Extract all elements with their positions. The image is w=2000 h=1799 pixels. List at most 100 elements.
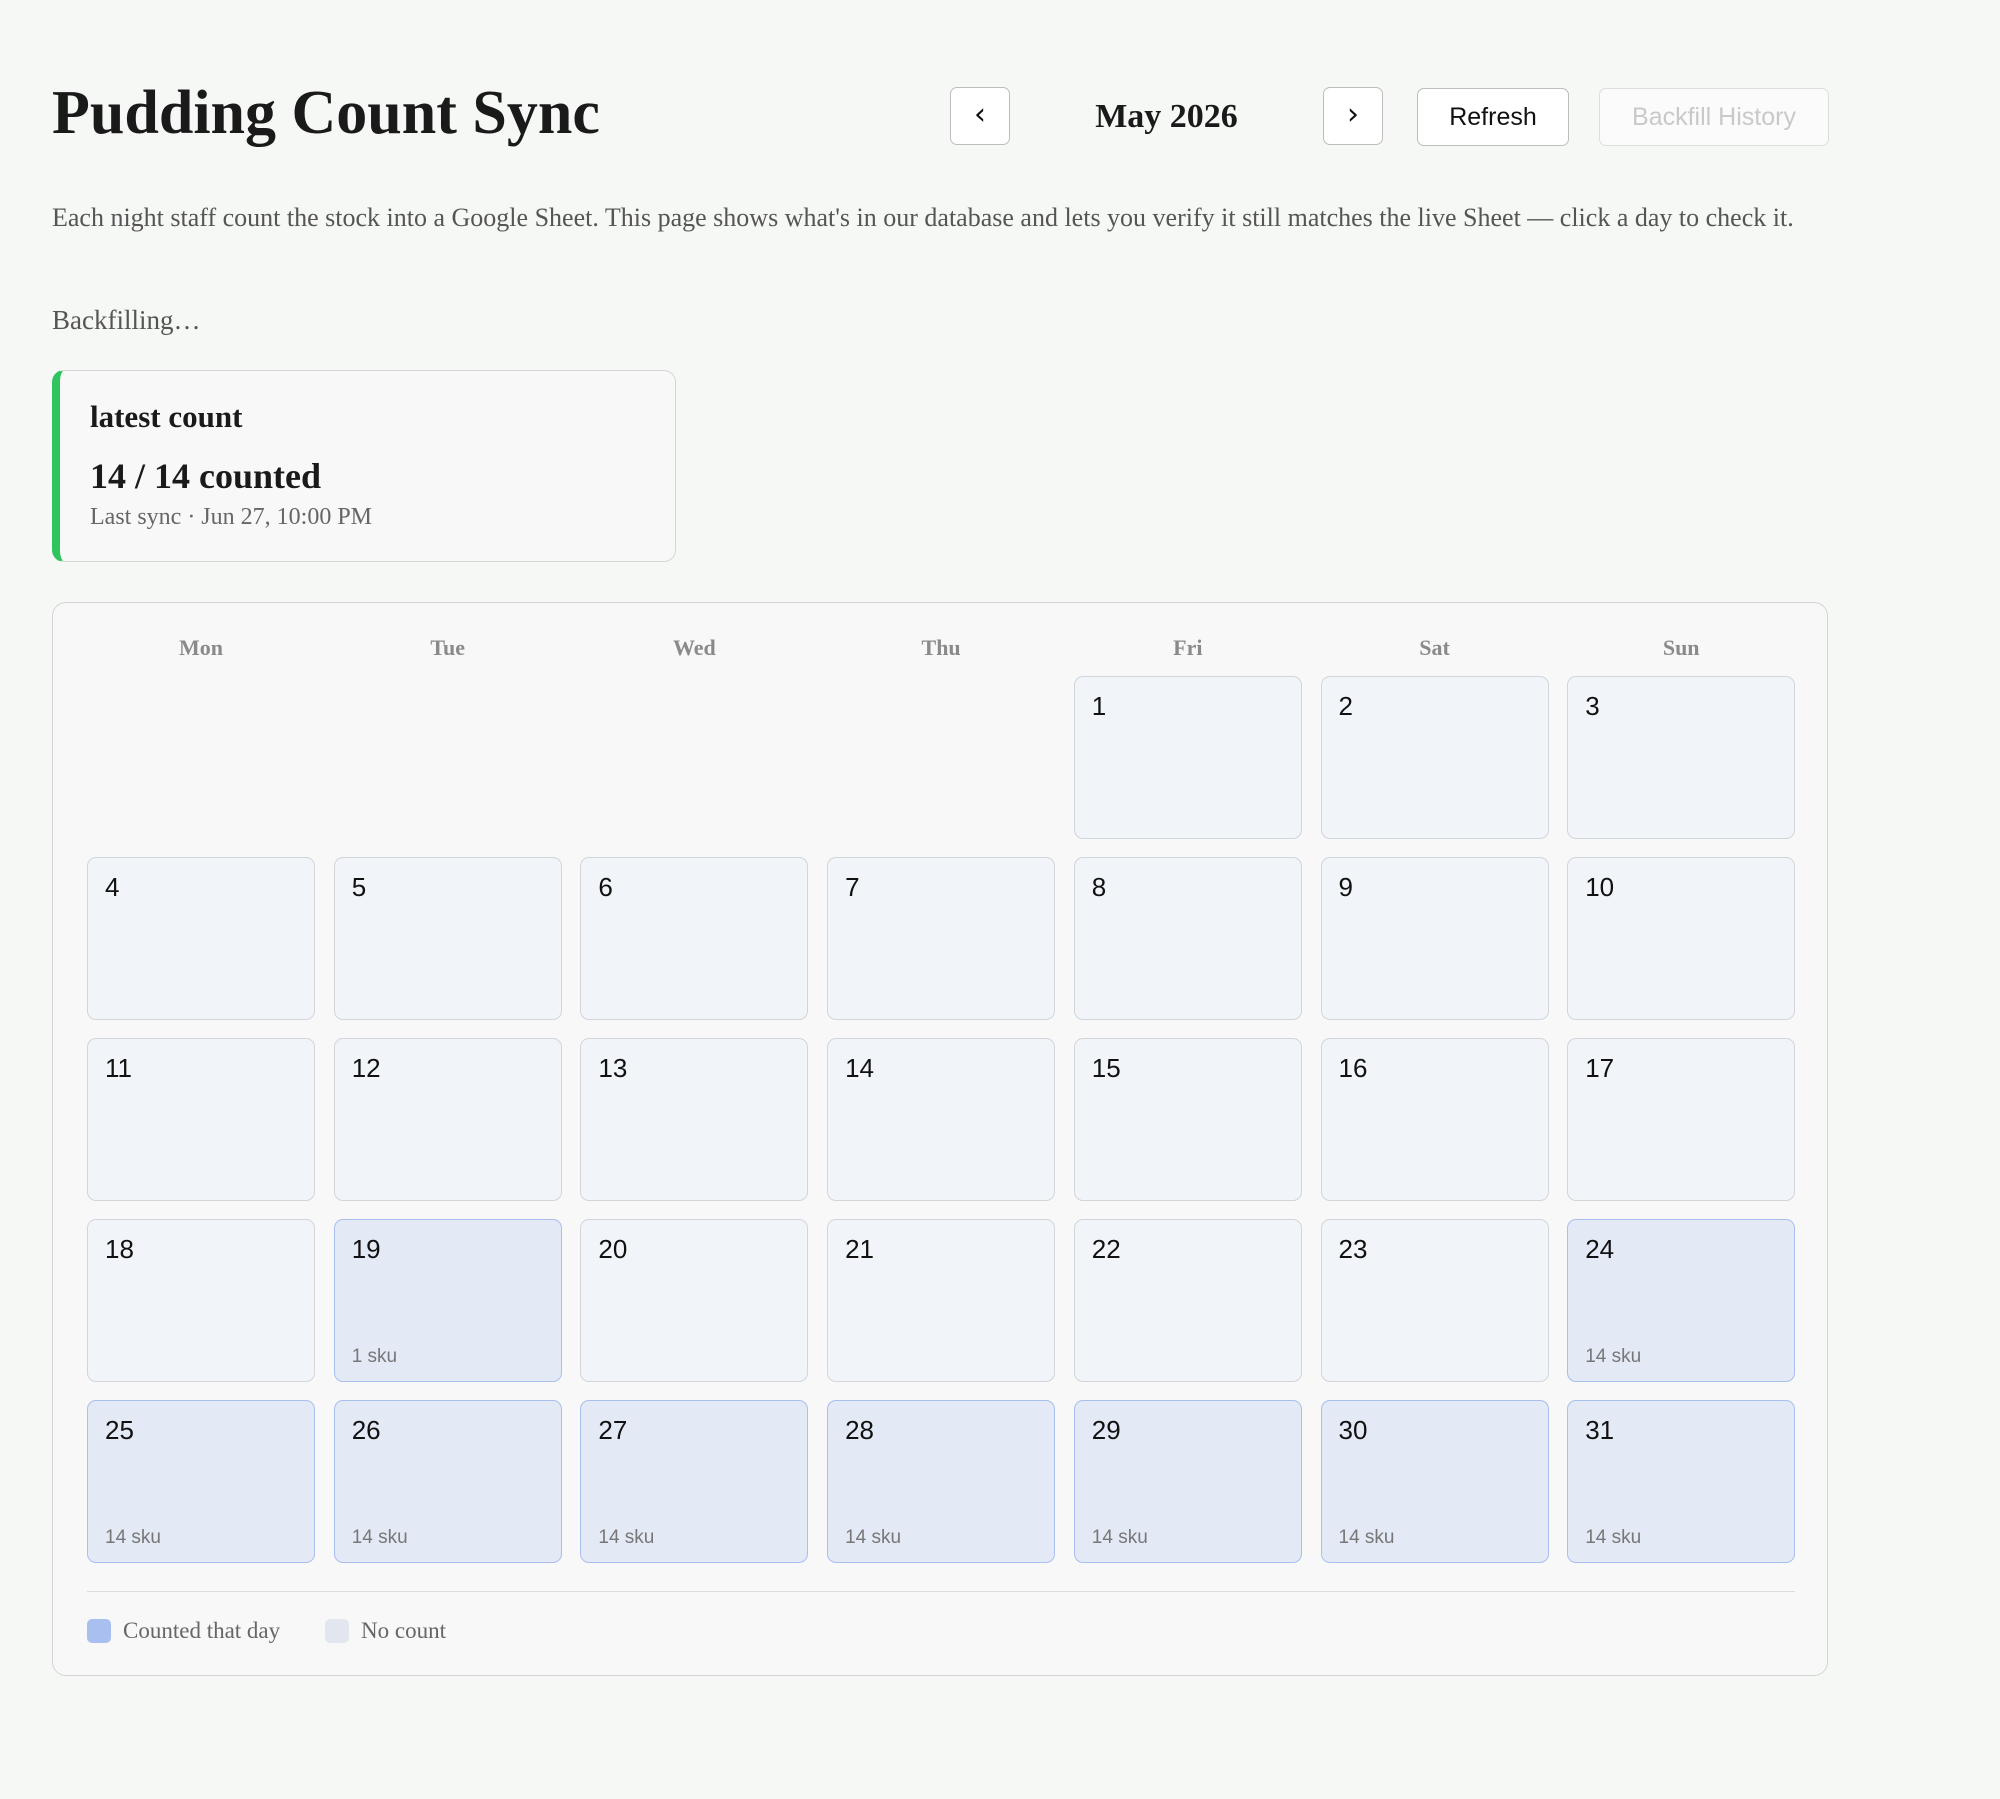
weekday-wed: Wed (672, 635, 716, 660)
latest-count-label: latest count (90, 399, 243, 434)
day-number: 14 (845, 1053, 875, 1083)
day-number: 3 (1585, 691, 1600, 721)
calendar-day-10[interactable]: 10 (1567, 857, 1796, 1020)
calendar-grid: 1 2 3 4 5 6 7 8 9 10 11 12 13 14 15 16 17 18 19 1 sku 20 21 22… (87, 676, 1796, 1563)
sku-count: 14 sku (1091, 1527, 1148, 1548)
calendar-day-22[interactable]: 22 (1073, 1219, 1302, 1382)
calendar-day-9[interactable]: 9 (1320, 857, 1549, 1020)
calendar: Mon Tue Wed Thu Fri Sat Sun 1 2 3 4 5 6 7 8 9 10 11 12 13 1… (52, 602, 1828, 1676)
day-number: 18 (105, 1234, 134, 1264)
day-number: 16 (1338, 1053, 1368, 1083)
sku-count: 14 sku (598, 1527, 655, 1548)
calendar-day-7[interactable]: 7 (827, 857, 1056, 1020)
calendar-day-27[interactable]: 27 14 sku (580, 1400, 809, 1563)
refresh-button[interactable]: Refresh (1417, 88, 1569, 146)
day-number: 23 (1338, 1234, 1368, 1264)
day-number: 27 (598, 1415, 628, 1445)
header: Pudding Count Sync ‹ May 2026 › Refresh … (52, 78, 1829, 158)
prev-month-button[interactable]: ‹ (950, 87, 1010, 145)
calendar-day-16[interactable]: 16 (1320, 1038, 1549, 1201)
weekday-mon: Mon (179, 635, 223, 660)
sku-count: 14 sku (351, 1527, 408, 1548)
day-number: 21 (845, 1234, 875, 1264)
calendar-day-1[interactable]: 1 (1073, 676, 1302, 839)
sku-count: 14 sku (845, 1527, 902, 1548)
day-number: 10 (1585, 872, 1615, 902)
calendar-day-12[interactable]: 12 (333, 1038, 562, 1201)
sku-count: 14 sku (1585, 1346, 1642, 1367)
calendar-day-13[interactable]: 13 (580, 1038, 809, 1201)
month-label: May 2026 (1095, 98, 1238, 135)
calendar-day-18[interactable]: 18 (87, 1219, 315, 1382)
calendar-day-3[interactable]: 3 (1567, 676, 1796, 839)
day-number: 8 (1091, 872, 1107, 902)
calendar-day-28[interactable]: 28 14 sku (827, 1400, 1056, 1563)
calendar-day-21[interactable]: 21 (827, 1219, 1056, 1382)
calendar-day-15[interactable]: 15 (1073, 1038, 1302, 1201)
backfill-history-button[interactable]: Backfill History (1599, 88, 1829, 146)
page-title: Pudding Count Sync (52, 79, 600, 147)
calendar-day-17[interactable]: 17 (1567, 1038, 1796, 1201)
calendar-day-23[interactable]: 23 (1320, 1219, 1549, 1382)
day-number: 26 (351, 1415, 381, 1445)
weekday-sun: Sun (1662, 635, 1700, 660)
day-number: 24 (1585, 1234, 1615, 1264)
weekday-sat: Sat (1419, 635, 1450, 660)
day-number: 13 (598, 1053, 628, 1083)
calendar-day-31[interactable]: 31 14 sku (1567, 1400, 1796, 1563)
day-number: 15 (1091, 1053, 1121, 1083)
weekday-fri: Fri (1173, 635, 1203, 660)
calendar-day-6[interactable]: 6 (580, 857, 809, 1020)
calendar-day-24[interactable]: 24 14 sku (1567, 1219, 1796, 1382)
legend-label: No count (361, 1618, 446, 1643)
latest-count-value: 14 / 14 counted (90, 456, 322, 496)
calendar-day-11[interactable]: 11 (87, 1038, 315, 1201)
calendar-day-14[interactable]: 14 (827, 1038, 1056, 1201)
day-number: 25 (105, 1415, 134, 1445)
calendar-day-26[interactable]: 26 14 sku (333, 1400, 562, 1563)
legend-item: No count (325, 1618, 446, 1644)
weekday-thu: Thu (921, 635, 961, 660)
calendar-day-30[interactable]: 30 14 sku (1320, 1400, 1549, 1563)
legend-item: Counted that day (87, 1618, 280, 1644)
legend-label: Counted that day (123, 1618, 281, 1643)
sku-count: 14 sku (1585, 1527, 1642, 1548)
day-number: 1 (1091, 691, 1107, 721)
last-sync-text: Last sync · Jun 27, 10:00 PM (90, 504, 372, 530)
calendar-day-2[interactable]: 2 (1320, 676, 1549, 839)
day-number: 4 (105, 872, 120, 902)
calendar-day-8[interactable]: 8 (1073, 857, 1302, 1020)
day-number: 20 (598, 1234, 628, 1264)
day-number: 30 (1338, 1415, 1368, 1445)
sku-count: 14 sku (105, 1527, 161, 1548)
status-text: Backfilling… (52, 305, 201, 335)
page-description: Each night staff count the stock into a … (52, 203, 1794, 232)
day-number: 5 (351, 872, 367, 902)
day-number: 7 (845, 872, 860, 902)
calendar-day-29[interactable]: 29 14 sku (1073, 1400, 1302, 1563)
day-number: 29 (1091, 1415, 1121, 1445)
calendar-day-25[interactable]: 25 14 sku (87, 1400, 315, 1563)
calendar-day-5[interactable]: 5 (333, 857, 562, 1020)
calendar-day-19[interactable]: 19 1 sku (333, 1219, 562, 1382)
sku-count: 1 sku (351, 1346, 398, 1367)
day-number: 28 (845, 1415, 875, 1445)
weekday-tue: Tue (430, 635, 466, 660)
calendar-day-4[interactable]: 4 (87, 857, 315, 1020)
sku-count: 14 sku (1338, 1527, 1395, 1548)
calendar-day-20[interactable]: 20 (580, 1219, 809, 1382)
legend-swatch (87, 1619, 111, 1643)
day-number: 19 (351, 1234, 381, 1264)
day-number: 2 (1338, 691, 1353, 721)
day-number: 11 (105, 1053, 132, 1083)
day-number: 22 (1091, 1234, 1121, 1264)
day-number: 31 (1585, 1415, 1615, 1445)
legend-swatch (325, 1619, 349, 1643)
weekday-header: Mon Tue Wed Thu Fri Sat Sun (87, 635, 1795, 665)
next-month-button[interactable]: › (1323, 87, 1383, 145)
latest-count-card: latest count 14 / 14 counted Last sync ·… (52, 370, 676, 562)
day-number: 12 (351, 1053, 381, 1083)
day-number: 6 (598, 872, 613, 902)
day-number: 9 (1338, 872, 1353, 902)
legend-divider (87, 1591, 1795, 1592)
